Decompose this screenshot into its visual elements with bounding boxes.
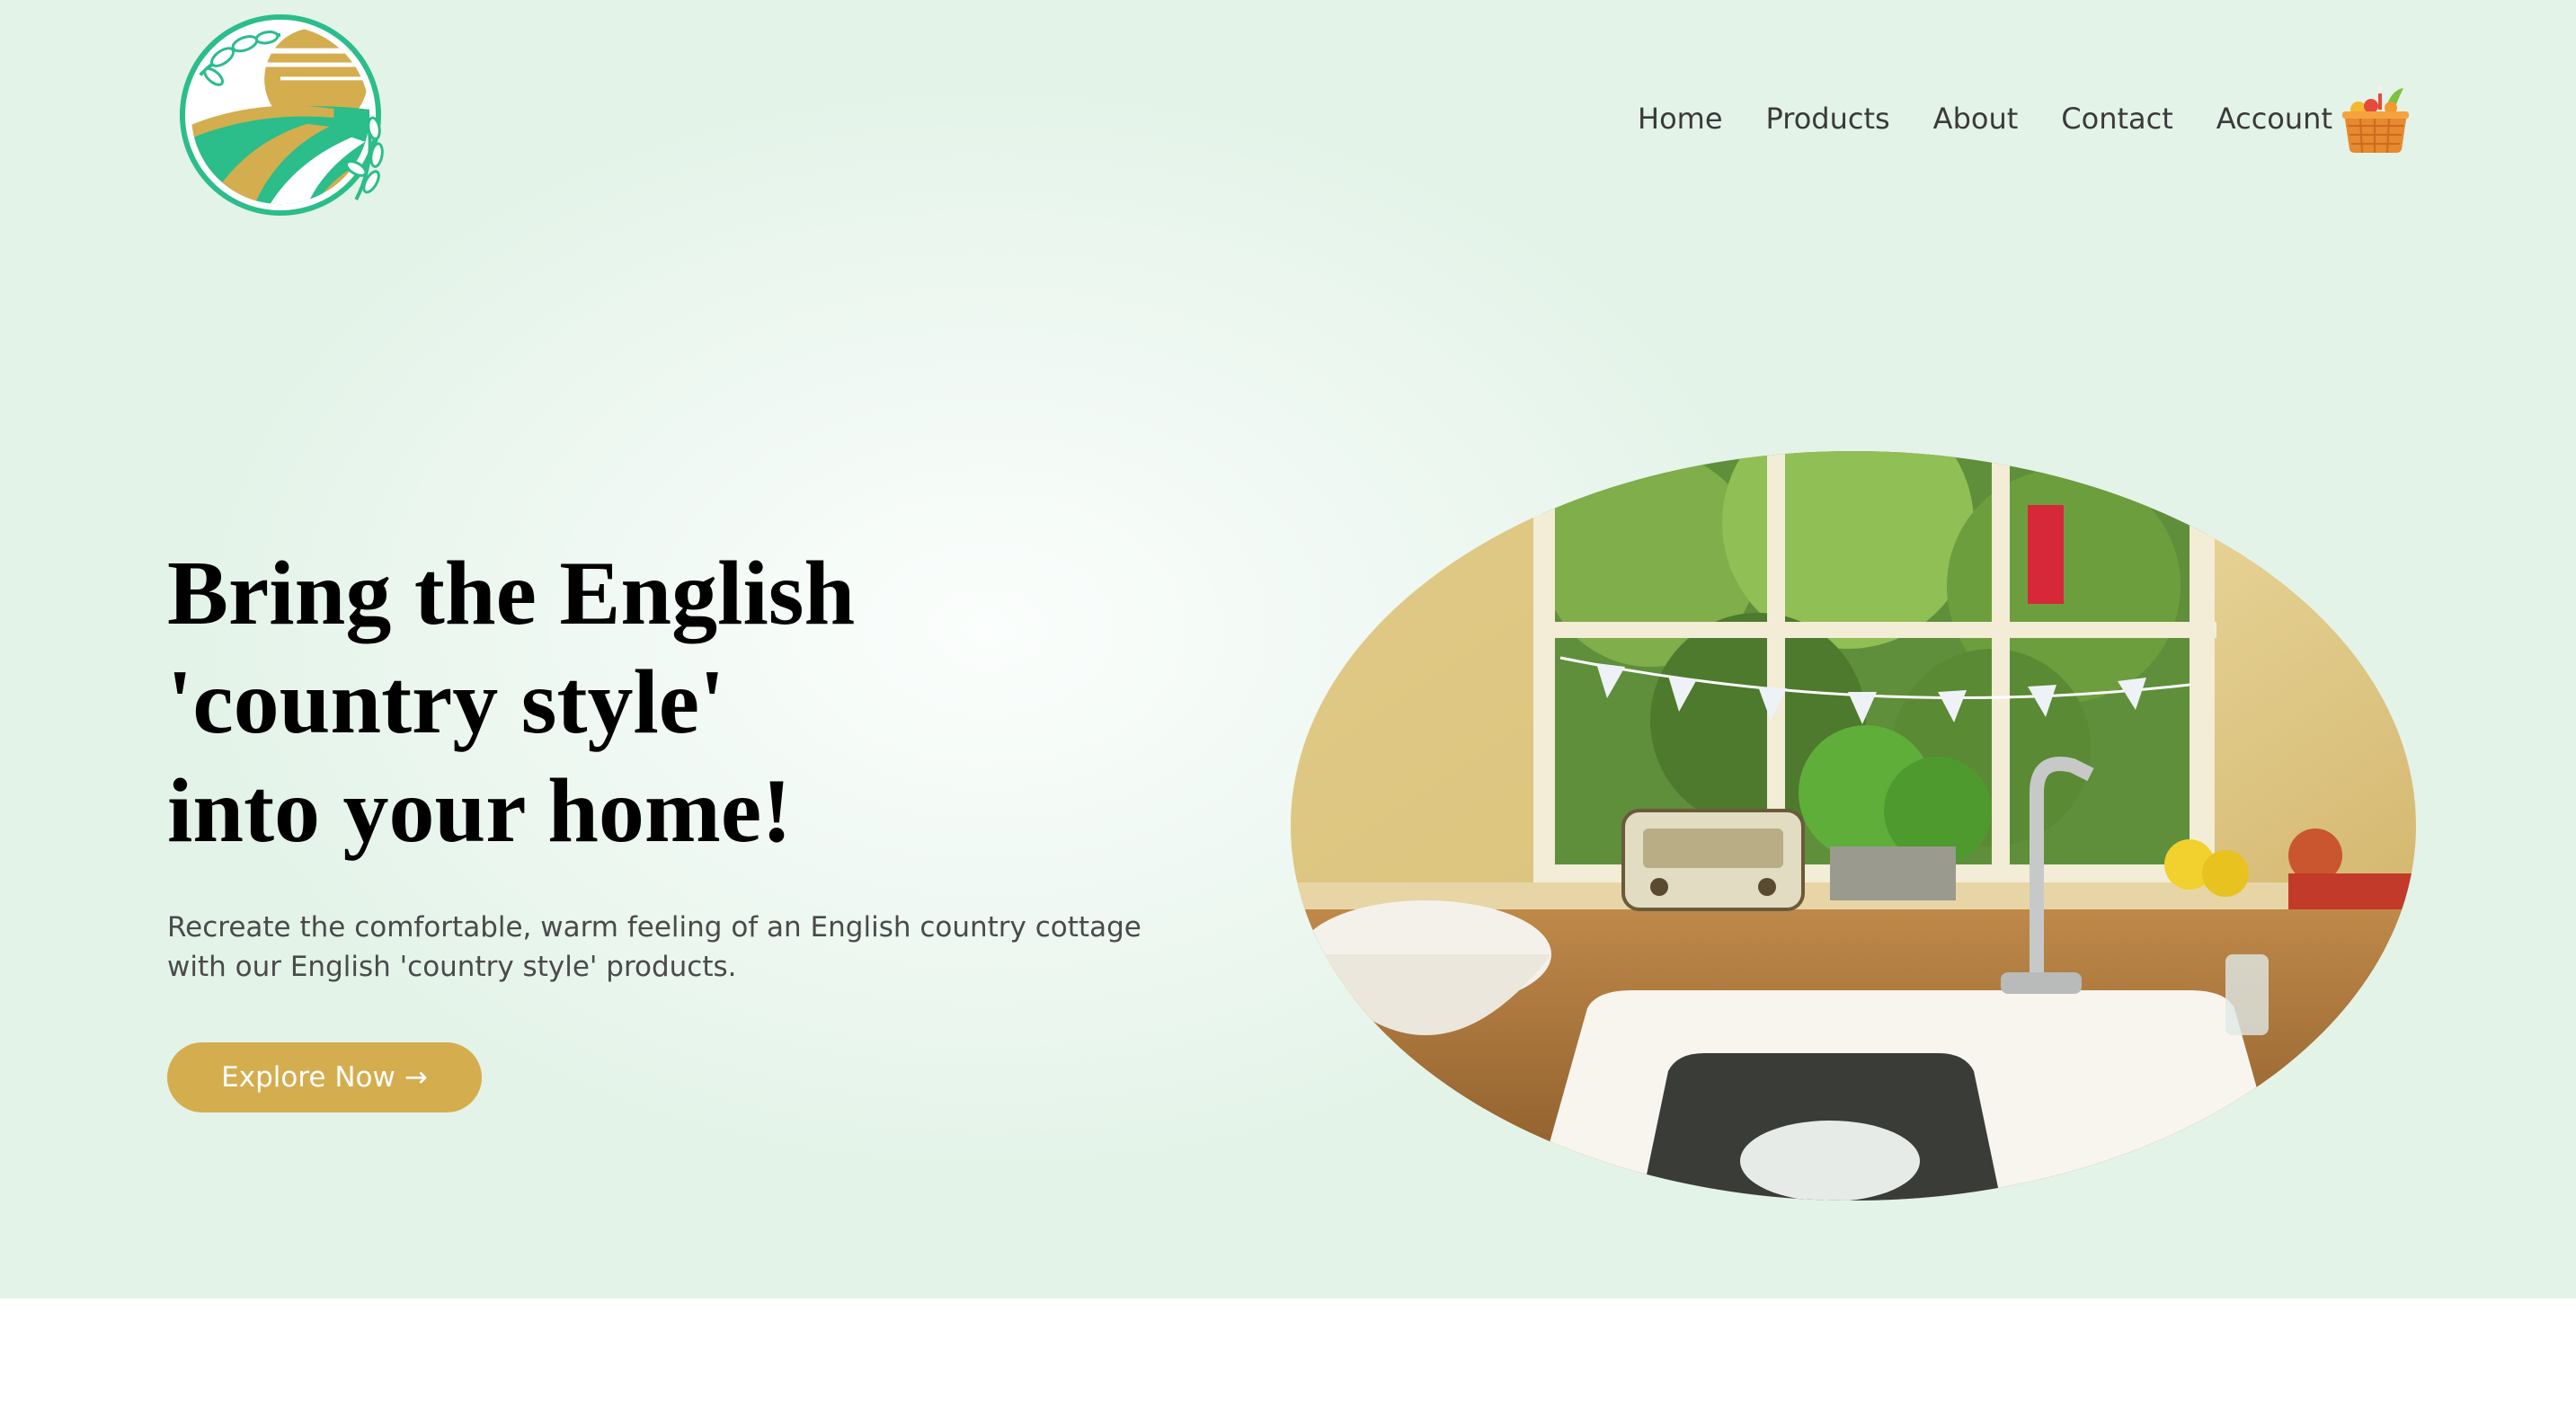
nav-contact-link[interactable]: Contact xyxy=(2061,102,2173,136)
hero-section: Home Products About Contact Account Brin… xyxy=(0,0,2576,1298)
headline-line-2: 'country style' xyxy=(167,651,725,753)
nav-account-link[interactable]: Account xyxy=(2216,102,2332,136)
explore-now-button[interactable]: Explore Now → xyxy=(167,1042,482,1112)
logo-icon[interactable] xyxy=(173,13,387,217)
nav-home-link[interactable]: Home xyxy=(1638,102,1723,136)
headline-line-3: into your home! xyxy=(167,760,793,862)
explore-now-label: Explore Now xyxy=(221,1061,395,1094)
nav-about-link[interactable]: About xyxy=(1933,102,2019,136)
kitchen-sink-window-photo xyxy=(1291,451,2416,1201)
nav-products-link[interactable]: Products xyxy=(1766,102,1890,136)
hero-headline: Bring the English 'country style' into y… xyxy=(167,539,1156,865)
headline-line-1: Bring the English xyxy=(167,543,856,644)
hero-subtext: Recreate the comfortable, warm feeling o… xyxy=(167,911,1141,983)
basket-icon[interactable] xyxy=(2339,83,2412,155)
main-nav: Home Products About Contact Account xyxy=(1638,90,2376,147)
arrow-right-icon: → xyxy=(404,1061,428,1094)
